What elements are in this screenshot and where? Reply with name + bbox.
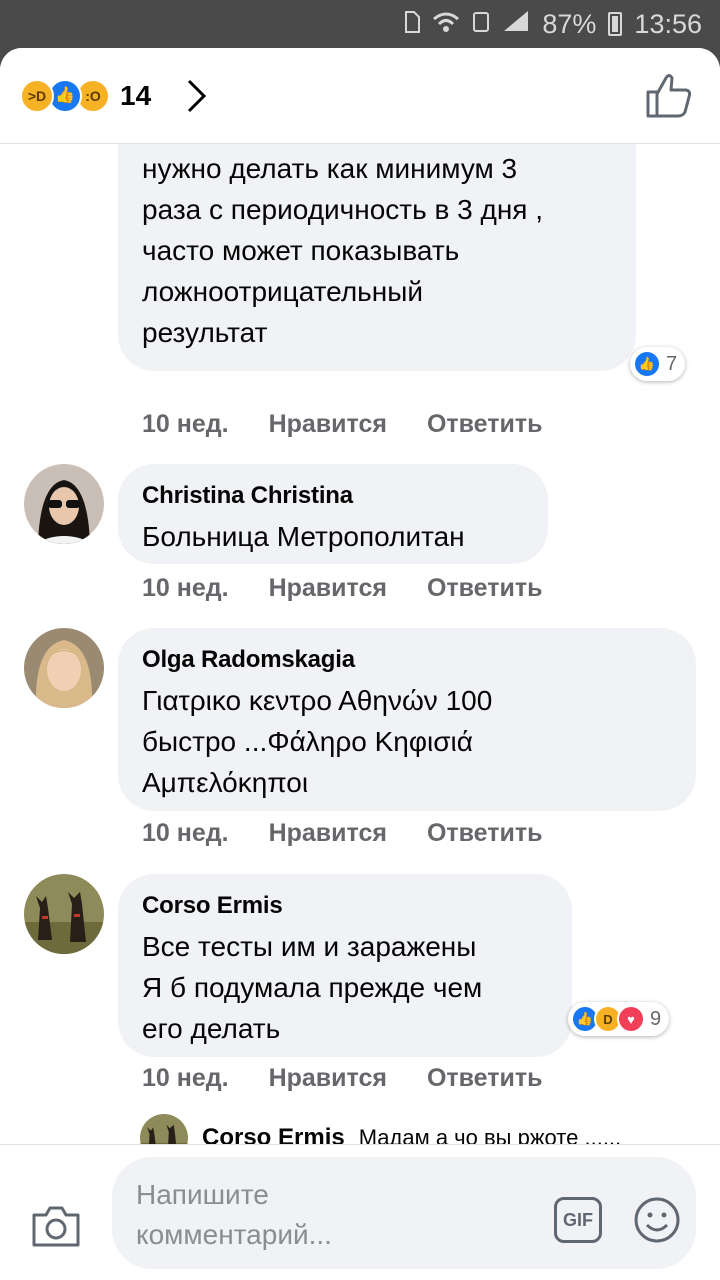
avatar[interactable] [24, 628, 104, 708]
reply-text: Мадам а чо вы ржоте ...... [358, 1125, 622, 1144]
commenter-name[interactable]: Corso Ermis [142, 892, 548, 920]
comment-meta: 10 нед. Нравится Ответить [142, 574, 542, 603]
comment-meta: 10 нед. Нравится Ответить [142, 819, 542, 848]
status-icons: 87% 13:56 [404, 6, 702, 42]
battery-icon [608, 12, 623, 36]
commenter-name[interactable]: Olga Radomskagia [142, 646, 672, 674]
comment-reactions[interactable]: 👍 D ♥ 9 [568, 1002, 670, 1036]
haha-reaction-icon: >D [20, 79, 54, 113]
reply-link[interactable]: Ответить [427, 819, 543, 848]
like-link[interactable]: Нравится [269, 574, 387, 603]
comment-reaction-count: 7 [666, 352, 678, 375]
reply-link[interactable]: Ответить [427, 574, 543, 603]
emoji-icon[interactable] [632, 1195, 682, 1245]
comment-input-placeholder: Напишите комментарий... [136, 1179, 332, 1250]
comment-composer: Напишите комментарий... GIF [0, 1144, 720, 1280]
avatar[interactable] [24, 464, 104, 544]
comments-sheet: >D 👍 :O 14 нужно делать как минимум 3 ра… [0, 48, 720, 1280]
comment-text: нужно делать как минимум 3 раза с период… [142, 153, 544, 348]
comment-bubble[interactable]: Olga Radomskagia Γιατρικο κεντρο Αθηνών … [118, 628, 696, 811]
comment-time[interactable]: 10 нед. [142, 1064, 229, 1093]
status-bar: 87% 13:56 [0, 0, 720, 48]
sim-icon [404, 9, 421, 40]
comment-meta: 10 нед. Нравится Ответить [142, 410, 542, 439]
comment-bubble[interactable]: Christina Christina Больница Метрополита… [118, 464, 548, 564]
reactions-summary[interactable]: >D 👍 :O 14 [20, 76, 151, 116]
like-link[interactable]: Нравится [269, 1064, 387, 1093]
comment-input[interactable]: Напишите комментарий... GIF [112, 1157, 696, 1269]
like-reaction-icon: 👍 [633, 350, 661, 378]
chevron-right-icon[interactable] [186, 78, 208, 114]
sim-card-icon [472, 9, 490, 40]
reply-link[interactable]: Ответить [427, 1064, 543, 1093]
avatar[interactable] [24, 874, 104, 954]
reply-name[interactable]: Corso Ermis [202, 1124, 345, 1144]
reply-link[interactable]: Ответить [427, 410, 543, 439]
like-link[interactable]: Нравится [269, 410, 387, 439]
comment-bubble[interactable]: Corso Ermis Все тесты им и заражены Я б … [118, 874, 572, 1057]
gif-button[interactable]: GIF [554, 1197, 602, 1243]
signal-icon [502, 9, 530, 40]
comment-time[interactable]: 10 нед. [142, 574, 229, 603]
wifi-icon [432, 9, 460, 40]
comment-text: Γιατρικο κεντρο Αθηνών 100 быстро ...Φάλ… [142, 685, 493, 798]
reaction-count: 14 [120, 80, 152, 111]
comment-bubble[interactable]: нужно делать как минимум 3 раза с период… [118, 144, 636, 371]
love-reaction-icon: ♥ [617, 1005, 645, 1033]
comment-time[interactable]: 10 нед. [142, 819, 229, 848]
thumbs-up-outline-icon[interactable] [644, 70, 694, 120]
reply-avatar [140, 1114, 188, 1144]
comments-list: нужно делать как минимум 3 раза с период… [0, 144, 720, 1144]
comment-reaction-count: 9 [650, 1007, 662, 1030]
comment-time[interactable]: 10 нед. [142, 410, 229, 439]
reactions-header: >D 👍 :O 14 [0, 48, 720, 144]
battery-percent: 87% [542, 8, 597, 39]
comment-reactions[interactable]: 👍 7 [630, 347, 686, 381]
like-link[interactable]: Нравится [269, 819, 387, 848]
comment-text: Все тесты им и заражены Я б подумала пре… [142, 931, 483, 1044]
reply-preview[interactable]: Corso Ermis Мадам а чо вы ржоте ...... [140, 1114, 621, 1144]
comment-text: Больница Метрополитан [142, 521, 465, 552]
clock: 13:56 [634, 8, 702, 39]
camera-icon[interactable] [30, 1203, 82, 1249]
comment-meta: 10 нед. Нравится Ответить [142, 1064, 542, 1093]
commenter-name[interactable]: Christina Christina [142, 482, 524, 510]
